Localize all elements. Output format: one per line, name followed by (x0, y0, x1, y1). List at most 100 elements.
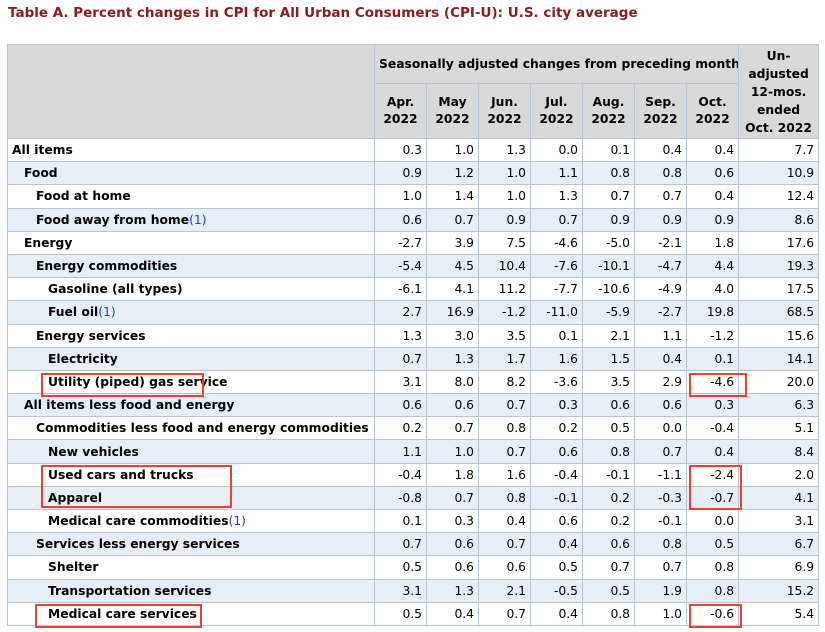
value-cell: 0.5 (530, 555, 583, 580)
value-cell: 3.9 (426, 230, 479, 255)
value-cell: 0.8 (582, 439, 635, 464)
value-cell: 1.7 (478, 346, 531, 371)
value-cell: 0.4 (634, 346, 687, 371)
value-cell: 1.3 (426, 346, 479, 371)
value-cell: 0.8 (685, 555, 740, 580)
table-row: Used cars and trucks -0.4 1.8 1.6 -0.4 -0.1 -1… (7, 462, 820, 487)
month-header: Aug. 2022 (582, 83, 635, 139)
value-cell: 0.6 (478, 555, 531, 580)
value-cell: 0.2 (374, 416, 427, 441)
value-cell: 0.6 (426, 393, 479, 418)
value-cell: 0.6 (426, 555, 479, 580)
value-cell: 0.8 (582, 601, 635, 626)
row-label-cell: Electricity (7, 346, 375, 371)
row-label: Medical care commodities (48, 514, 229, 529)
row-label-cell: Food (7, 161, 375, 186)
month-header: May 2022 (426, 83, 479, 139)
value-cell: 0.7 (582, 184, 635, 209)
value-cell: 0.5 (374, 555, 427, 580)
value-cell: -0.3 (634, 485, 687, 511)
value-cell: 0.6 (685, 161, 740, 186)
row-label: Services less energy services (36, 537, 240, 552)
value-cell: -1.2 (478, 300, 531, 325)
value-cell: 16.9 (426, 300, 479, 325)
month-header: Jul. 2022 (530, 83, 583, 139)
unadjusted-value-cell: 12.4 (738, 184, 820, 209)
table-row: Electricity 0.7 1.3 1.7 1.6 1.5 0.4 0.1 14.1 (7, 346, 820, 371)
value-cell: -10.1 (582, 253, 635, 279)
unadjusted-value-cell: 6.3 (738, 393, 820, 418)
value-cell: 1.8 (426, 462, 479, 487)
row-label: Energy (24, 235, 73, 250)
unadjusted-value-cell: 5.4 (738, 601, 820, 626)
value-cell: 1.6 (530, 346, 583, 371)
value-cell: -0.8 (374, 485, 427, 511)
unadjusted-value-cell: 2.0 (738, 462, 820, 487)
value-cell: 0.5 (374, 601, 427, 626)
value-cell: 0.8 (582, 161, 635, 186)
value-cell: 0.4 (685, 184, 740, 209)
value-cell: 0.6 (634, 393, 687, 418)
value-cell: 1.0 (426, 439, 479, 464)
value-cell: 1.2 (426, 161, 479, 186)
value-cell: 0.4 (478, 508, 531, 534)
unadjusted-value-cell: 10.9 (738, 161, 820, 186)
value-cell: 19.8 (685, 300, 740, 325)
value-cell: 0.0 (530, 137, 583, 163)
value-cell: -2.7 (374, 230, 427, 255)
value-cell: 0.8 (478, 416, 531, 441)
value-cell: 4.0 (685, 277, 740, 302)
month-header: Oct. 2022 (685, 83, 740, 139)
value-cell: 0.6 (426, 532, 479, 557)
unadjusted-value-cell: 8.4 (738, 439, 820, 464)
value-cell: 4.1 (426, 277, 479, 302)
value-cell: 3.0 (426, 323, 479, 348)
value-cell: -11.0 (530, 300, 583, 325)
row-label: Fuel oil (48, 305, 99, 320)
footnote-link[interactable]: (1) (98, 305, 115, 319)
row-label: Apparel (48, 490, 103, 505)
value-cell: -1.2 (685, 323, 740, 348)
unadjusted-value-cell: 5.1 (738, 416, 820, 441)
row-label-cell: Used cars and trucks (7, 462, 375, 487)
value-cell: 0.4 (685, 439, 740, 464)
value-cell: 0.7 (634, 439, 687, 464)
value-cell: 0.7 (478, 393, 531, 418)
row-label-cell: Gasoline (all types) (7, 277, 375, 302)
value-cell: 3.5 (582, 369, 635, 395)
value-cell: 0.3 (426, 508, 479, 534)
table-row: Utility (piped) gas service 3.1 8.0 8.2 -3.6… (7, 369, 820, 395)
value-cell: 0.7 (582, 555, 635, 580)
value-cell: 0.6 (530, 439, 583, 464)
table-row: Commodities less food and energy commodi… (7, 416, 820, 441)
row-label: Transportation services (48, 583, 212, 598)
row-label: Gasoline (all types) (48, 282, 183, 297)
unadjusted-value-cell: 20.0 (738, 369, 820, 395)
value-cell: 8.0 (426, 369, 479, 395)
cpi-table: Seasonally adjusted changes from precedi… (7, 44, 820, 626)
table-title: Table A. Percent changes in CPI for All … (8, 5, 638, 21)
value-cell: 11.2 (478, 277, 531, 302)
value-cell: 0.8 (634, 532, 687, 557)
value-cell: 0.4 (426, 601, 479, 626)
value-cell: -7.6 (530, 253, 583, 279)
footnote-link[interactable]: (1) (189, 213, 206, 227)
table-row: Apparel -0.8 0.7 0.8 -0.1 0.2 -0.3 -0.7 4.1 (7, 485, 820, 511)
value-cell: -0.4 (685, 416, 740, 441)
value-cell: 0.2 (530, 416, 583, 441)
value-cell: 0.3 (530, 393, 583, 418)
value-cell: 1.1 (374, 439, 427, 464)
unadjusted-value-cell: 15.6 (738, 323, 820, 348)
table-row: All items 0.3 1.0 1.3 0.0 0.1 0.4 0.4 7.7 (7, 137, 820, 163)
value-cell: -4.7 (634, 253, 687, 279)
row-label-cell: Utility (piped) gas service (7, 369, 375, 395)
footnote-link[interactable]: (1) (229, 514, 246, 528)
row-label: Food away from home (36, 212, 190, 227)
month-header: Sep. 2022 (634, 83, 687, 139)
value-cell: 0.9 (582, 207, 635, 232)
value-cell: 0.6 (582, 393, 635, 418)
value-cell: 0.7 (478, 532, 531, 557)
value-cell: 1.4 (426, 184, 479, 209)
value-cell: 8.2 (478, 369, 531, 395)
row-label: Utility (piped) gas service (48, 374, 228, 389)
